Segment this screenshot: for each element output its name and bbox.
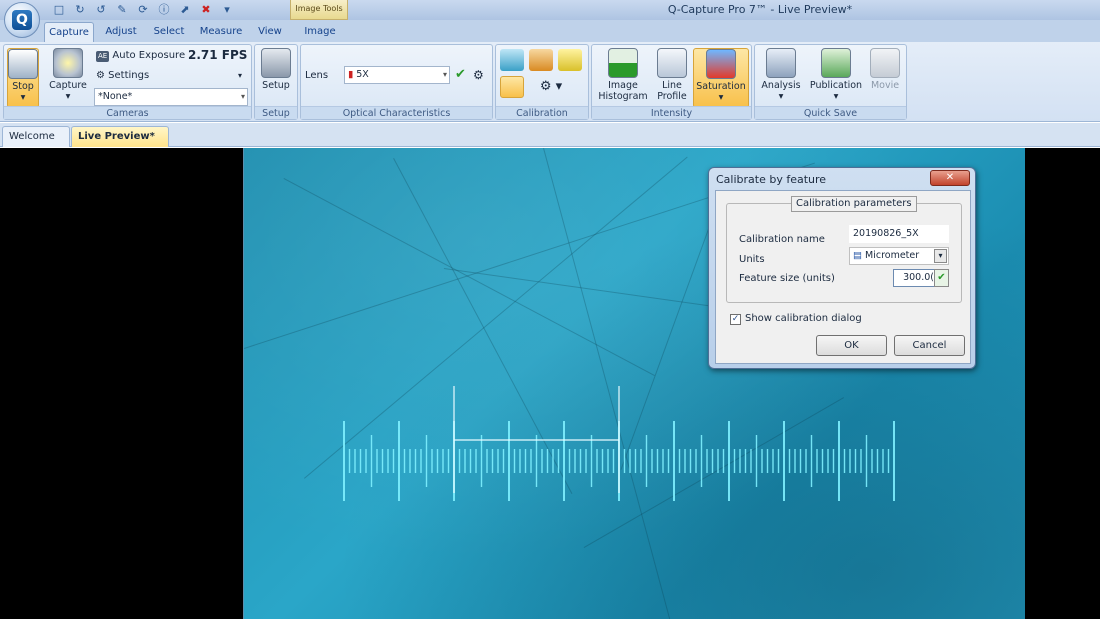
tab-measure[interactable]: Measure [196,22,246,42]
lens-label: Lens [305,70,329,81]
edit-icon[interactable]: ✎ [113,2,131,17]
refresh-icon[interactable]: ⟳ [134,2,152,17]
tab-capture[interactable]: Capture [44,22,94,42]
tab-image[interactable]: Image [298,22,342,42]
feature-size-label: Feature size (units) [739,273,835,284]
image-histogram-button[interactable]: Image Histogram [595,48,651,108]
ok-button[interactable]: OK [816,335,887,356]
lens-icon: ▮ [348,69,354,80]
info-icon[interactable]: ⓘ [155,2,173,17]
calibration-name-label: Calibration name [739,234,825,245]
undo-icon[interactable]: ↺ [92,2,110,17]
dropdown-arrow-icon: ▾ [833,91,839,102]
title-bar: □ ↻ ↺ ✎ ⟳ ⓘ ⬈ ✖ ▾ Image Tools Q-Capture … [0,0,1100,20]
calibration-group: ⚙ ▾ Calibration [495,44,589,120]
app-menu-button[interactable]: Q [4,2,40,38]
apply-size-icon[interactable]: ✔ [934,269,949,287]
quick-save-group: Analysis ▾ Publication ▾ Movie Quick Sav… [754,44,907,120]
app-logo-icon: Q [12,10,32,30]
saturation-icon [706,49,736,79]
show-calibration-dialog-label: Show calibration dialog [745,313,862,324]
line-profile-button[interactable]: Line Profile [654,48,690,108]
tab-view[interactable]: View [252,22,288,42]
analysis-icon [766,48,796,78]
dropdown-arrow-icon: ▾ [65,91,71,102]
movie-icon [870,48,900,78]
tab-select[interactable]: Select [148,22,190,42]
settings-dropdown-icon[interactable]: ▾ [238,67,242,85]
cameras-group-label: Cameras [4,106,251,119]
window-title: Q-Capture Pro 7™ - Live Preview* [667,3,853,16]
preset-select[interactable]: *None* ▾ [94,88,248,106]
calibrate-by-feature-dialog: Calibrate by feature ✕ Calibration param… [708,167,976,369]
publication-button[interactable]: Publication ▾ [807,48,865,108]
calibration-name-field[interactable]: 20190826_5X [849,225,949,243]
image-tools-context-tab: Image Tools [290,0,348,20]
camera-stop-icon [8,49,38,79]
quick-access-toolbar: □ ↻ ↺ ✎ ⟳ ⓘ ⬈ ✖ ▾ [46,2,236,17]
dropdown-arrow-icon: ▾ [778,91,784,102]
dropdown-arrow-icon: ▾ [718,92,724,103]
chevron-down-icon: ▾ [442,70,447,79]
lens-select[interactable]: ▮ 5X ▾ [344,66,450,84]
customize-icon[interactable]: ▾ [218,2,236,17]
units-label: Units [739,254,765,265]
cameras-group: Stop ▾ Capture ▾ AE Auto Exposure 2.71 F… [3,44,252,120]
redo-icon[interactable]: ↻ [71,2,89,17]
show-calibration-dialog-checkbox[interactable]: ✓ [730,314,741,325]
quick-save-group-label: Quick Save [755,106,906,119]
calibration-settings-icon[interactable]: ⚙ ▾ [536,78,566,96]
ribbon: Stop ▾ Capture ▾ AE Auto Exposure 2.71 F… [0,42,1100,122]
fps-readout: 2.71 FPS [188,48,248,62]
tab-adjust[interactable]: Adjust [100,22,142,42]
close-button[interactable]: ✕ [930,170,970,186]
calibrate-pencil-icon[interactable] [529,49,553,71]
lens-settings-icon[interactable]: ⚙ [473,66,484,84]
camera-capture-icon [53,48,83,78]
tab-live-preview[interactable]: Live Preview*✕ [71,126,169,162]
cancel-button[interactable]: Cancel [894,335,965,356]
optical-group-label: Optical Characteristics [301,106,492,119]
intensity-group-label: Intensity [592,106,751,119]
histogram-icon [608,48,638,78]
ruler-icon: ▤ [853,250,862,261]
publication-icon [821,48,851,78]
tab-welcome[interactable]: Welcome✕ [2,126,70,162]
open-icon[interactable]: □ [50,2,68,17]
document-tab-bar: Welcome✕ Live Preview*✕ [0,123,1100,162]
chevron-down-icon: ▾ [240,92,245,101]
dialog-body: Calibration parameters Calibration name … [715,190,971,364]
units-select[interactable]: ▤ Micrometer ▾ [849,247,949,265]
settings-button[interactable]: ⚙ Settings [96,67,149,85]
setup-button[interactable]: Setup [258,48,294,108]
calibration-parameters-group: Calibration parameters Calibration name … [726,196,962,303]
line-profile-icon [657,48,687,78]
auto-exposure-icon: AE [96,51,110,62]
analysis-button[interactable]: Analysis ▾ [759,48,803,108]
camera-setup-icon [261,48,291,78]
chevron-down-icon: ▾ [934,249,947,263]
calibrate-camera-icon[interactable] [500,49,524,71]
feature-size-field[interactable]: 300.0( [893,269,937,287]
capture-button[interactable]: Capture ▾ [48,48,88,108]
optical-characteristics-group: Lens ▮ 5X ▾ ✔ ⚙ Optical Characteristics [300,44,493,120]
calibrate-ruler-icon[interactable] [558,49,582,71]
group-title: Calibration parameters [791,196,917,212]
pointer-icon[interactable]: ⬈ [176,2,194,17]
intensity-group: Image Histogram Line Profile Saturation … [591,44,752,120]
setup-group-label: Setup [255,106,297,119]
apply-lens-icon[interactable]: ✔ [455,66,466,84]
stop-button[interactable]: Stop ▾ [7,48,39,108]
saturation-button[interactable]: Saturation ▾ [693,48,749,108]
auto-exposure-button[interactable]: AE Auto Exposure [96,47,185,65]
dropdown-arrow-icon: ▾ [20,92,26,103]
delete-icon[interactable]: ✖ [197,2,215,17]
gear-icon: ⚙ [96,70,105,81]
dialog-title: Calibrate by feature [716,173,827,186]
setup-group: Setup Setup [254,44,298,120]
calibration-group-label: Calibration [496,106,588,119]
calibrate-feature-icon[interactable] [500,76,524,98]
movie-button[interactable]: Movie [867,48,903,108]
